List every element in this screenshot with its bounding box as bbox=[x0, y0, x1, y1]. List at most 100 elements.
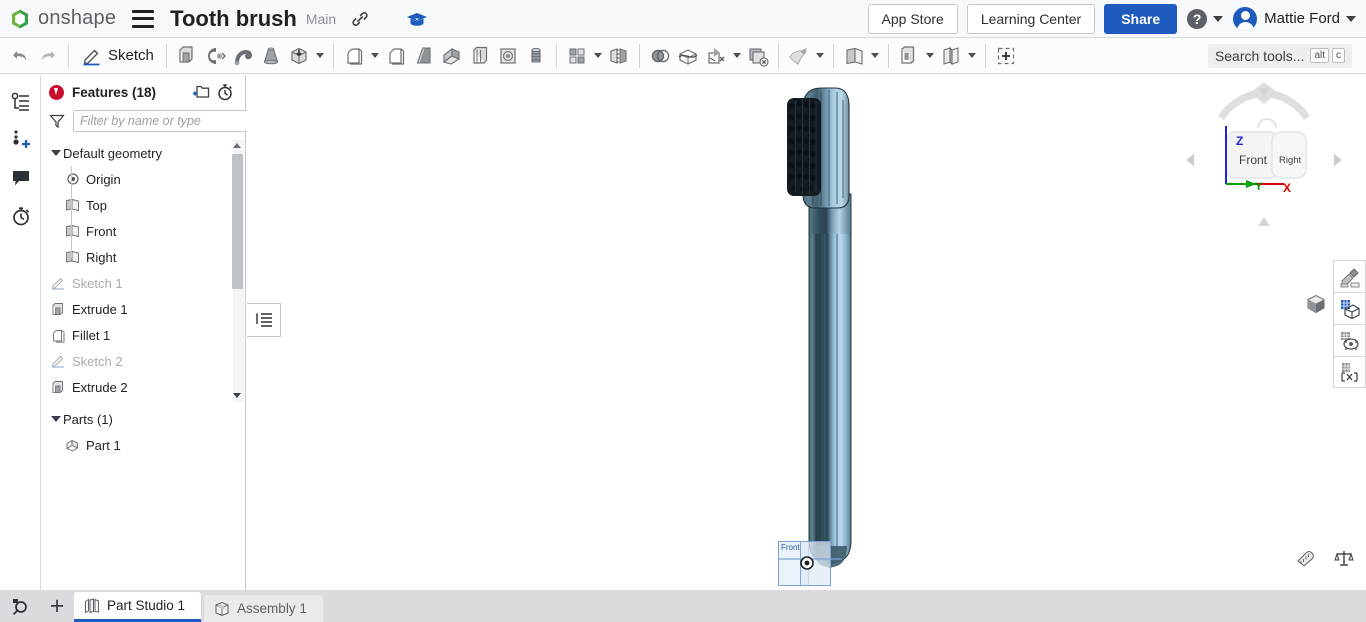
move-face-icon[interactable] bbox=[785, 42, 813, 70]
tree-item-label: Default geometry bbox=[63, 146, 162, 161]
delete-face-icon[interactable] bbox=[744, 42, 772, 70]
sketch-icon bbox=[49, 274, 68, 292]
revolve-icon[interactable] bbox=[201, 42, 229, 70]
feature-tree[interactable]: Default geometry Origin bbox=[41, 140, 245, 402]
sweep-icon[interactable] bbox=[229, 42, 257, 70]
tree-item-sketch-2[interactable]: Sketch 2 bbox=[41, 348, 245, 374]
add-version-icon[interactable] bbox=[0, 121, 41, 159]
tree-group-parts[interactable]: Parts (1) bbox=[41, 406, 245, 432]
derive-icon[interactable] bbox=[895, 42, 923, 70]
error-badge-icon[interactable] bbox=[49, 85, 64, 100]
avatar[interactable] bbox=[1233, 7, 1257, 31]
fillet-icon[interactable] bbox=[340, 42, 368, 70]
toolbar-divider bbox=[833, 44, 834, 68]
search-input[interactable] bbox=[73, 110, 250, 132]
tree-item-sketch-3[interactable]: Sketch 3 bbox=[41, 400, 245, 402]
draft-icon[interactable] bbox=[410, 42, 438, 70]
tree-item-fillet-1[interactable]: Fillet 1 bbox=[41, 322, 245, 348]
new-folder-icon[interactable] bbox=[189, 81, 213, 103]
chevron-down-icon[interactable] bbox=[49, 150, 63, 156]
tab-part-studio-1[interactable]: Part Studio 1 bbox=[74, 592, 201, 622]
feature-list-icon[interactable] bbox=[0, 83, 41, 121]
plane-chevron-down-icon[interactable] bbox=[868, 42, 882, 70]
fillet-chevron-down-icon[interactable] bbox=[368, 42, 382, 70]
composite-chevron-down-icon[interactable] bbox=[965, 42, 979, 70]
toothbrush-model[interactable] bbox=[785, 84, 875, 590]
origin-marker-group[interactable]: Front bbox=[778, 533, 842, 590]
shell-icon[interactable] bbox=[466, 42, 494, 70]
axis-label-z: Z bbox=[1236, 134, 1243, 148]
user-menu-chevron-down-icon[interactable] bbox=[1346, 16, 1356, 22]
section-view-icon[interactable] bbox=[1333, 292, 1366, 324]
thicken-chevron-down-icon[interactable] bbox=[313, 42, 327, 70]
history-icon[interactable] bbox=[0, 197, 41, 235]
scroll-down-arrow-icon[interactable] bbox=[233, 393, 241, 398]
list-item-part-1[interactable]: Part 1 bbox=[41, 432, 245, 458]
feature-tree-scrollbar[interactable] bbox=[233, 140, 244, 402]
hamburger-menu-icon[interactable] bbox=[132, 10, 154, 28]
search-shortcut-alt: alt bbox=[1310, 48, 1329, 63]
view-cube-front-face[interactable]: Front bbox=[1239, 153, 1267, 167]
search-tools-button[interactable]: Search tools... alt c bbox=[1208, 44, 1352, 68]
transform-chevron-down-icon[interactable] bbox=[730, 42, 744, 70]
tree-item-extrude-2[interactable]: Extrude 2 bbox=[41, 374, 245, 400]
move-face-chevron-down-icon[interactable] bbox=[813, 42, 827, 70]
appearance-icon[interactable] bbox=[1333, 260, 1366, 292]
insert-part-icon[interactable] bbox=[992, 42, 1020, 70]
view-cube[interactable]: Z Y X Front Right bbox=[1184, 80, 1344, 240]
mirror-icon[interactable] bbox=[605, 42, 633, 70]
graduation-cap-icon[interactable] bbox=[406, 8, 428, 30]
pattern-chevron-down-icon[interactable] bbox=[591, 42, 605, 70]
composite-part-icon[interactable] bbox=[937, 42, 965, 70]
mass-properties-icon[interactable] bbox=[1334, 549, 1354, 572]
explode-icon[interactable] bbox=[1333, 356, 1366, 388]
tree-item-sketch-1[interactable]: Sketch 1 bbox=[41, 270, 245, 296]
document-title[interactable]: Tooth brush bbox=[170, 6, 297, 32]
derive-chevron-down-icon[interactable] bbox=[923, 42, 937, 70]
redo-icon[interactable] bbox=[34, 42, 62, 70]
user-name-label[interactable]: Mattie Ford bbox=[1264, 10, 1340, 27]
onshape-logo-icon[interactable] bbox=[8, 7, 32, 31]
chamfer-icon[interactable] bbox=[382, 42, 410, 70]
rollback-timer-icon[interactable] bbox=[213, 81, 237, 103]
transform-icon[interactable] bbox=[702, 42, 730, 70]
app-store-button[interactable]: App Store bbox=[868, 4, 958, 34]
boolean-icon[interactable] bbox=[646, 42, 674, 70]
chevron-down-icon[interactable] bbox=[49, 416, 63, 422]
view-cube-right-face[interactable]: Right bbox=[1279, 155, 1301, 166]
tab-assembly-1[interactable]: Assembly 1 bbox=[204, 595, 323, 622]
feature-list-toggle-icon[interactable] bbox=[247, 303, 281, 337]
add-tab-button[interactable]: + bbox=[40, 590, 74, 622]
top-header-bar: onshape Tooth brush Main App Stor bbox=[0, 0, 1366, 38]
scrollbar-thumb[interactable] bbox=[232, 154, 243, 289]
extrude-icon[interactable] bbox=[173, 42, 201, 70]
rib-icon[interactable] bbox=[438, 42, 466, 70]
display-state-icon[interactable] bbox=[1333, 324, 1366, 356]
axis-label-y: Y bbox=[1255, 181, 1262, 193]
comments-icon[interactable] bbox=[0, 159, 41, 197]
sketch-button[interactable]: Sketch bbox=[75, 45, 160, 67]
filter-funnel-icon[interactable] bbox=[49, 113, 65, 129]
thicken-icon[interactable] bbox=[285, 42, 313, 70]
share-button[interactable]: Share bbox=[1104, 4, 1177, 34]
measure-icon[interactable] bbox=[1296, 549, 1316, 572]
tab-search-icon[interactable] bbox=[0, 590, 40, 622]
loft-icon[interactable] bbox=[257, 42, 285, 70]
help-menu[interactable]: ? bbox=[1187, 9, 1223, 29]
scroll-up-arrow-icon[interactable] bbox=[233, 143, 241, 148]
extrude-icon bbox=[49, 378, 68, 396]
hole-icon[interactable] bbox=[494, 42, 522, 70]
link-icon[interactable] bbox=[350, 9, 370, 29]
tree-group-default-geometry[interactable]: Default geometry bbox=[41, 140, 245, 166]
plane-icon[interactable] bbox=[840, 42, 868, 70]
tree-item-extrude-1[interactable]: Extrude 1 bbox=[41, 296, 245, 322]
thread-icon[interactable] bbox=[522, 42, 550, 70]
undo-icon[interactable] bbox=[6, 42, 34, 70]
pattern-icon[interactable] bbox=[563, 42, 591, 70]
split-icon[interactable] bbox=[674, 42, 702, 70]
graphics-viewport[interactable]: Front bbox=[247, 75, 1366, 590]
learning-center-button[interactable]: Learning Center bbox=[967, 4, 1095, 34]
left-icon-rail bbox=[0, 75, 41, 590]
toolbar-divider bbox=[888, 44, 889, 68]
document-branch-label[interactable]: Main bbox=[306, 11, 336, 27]
